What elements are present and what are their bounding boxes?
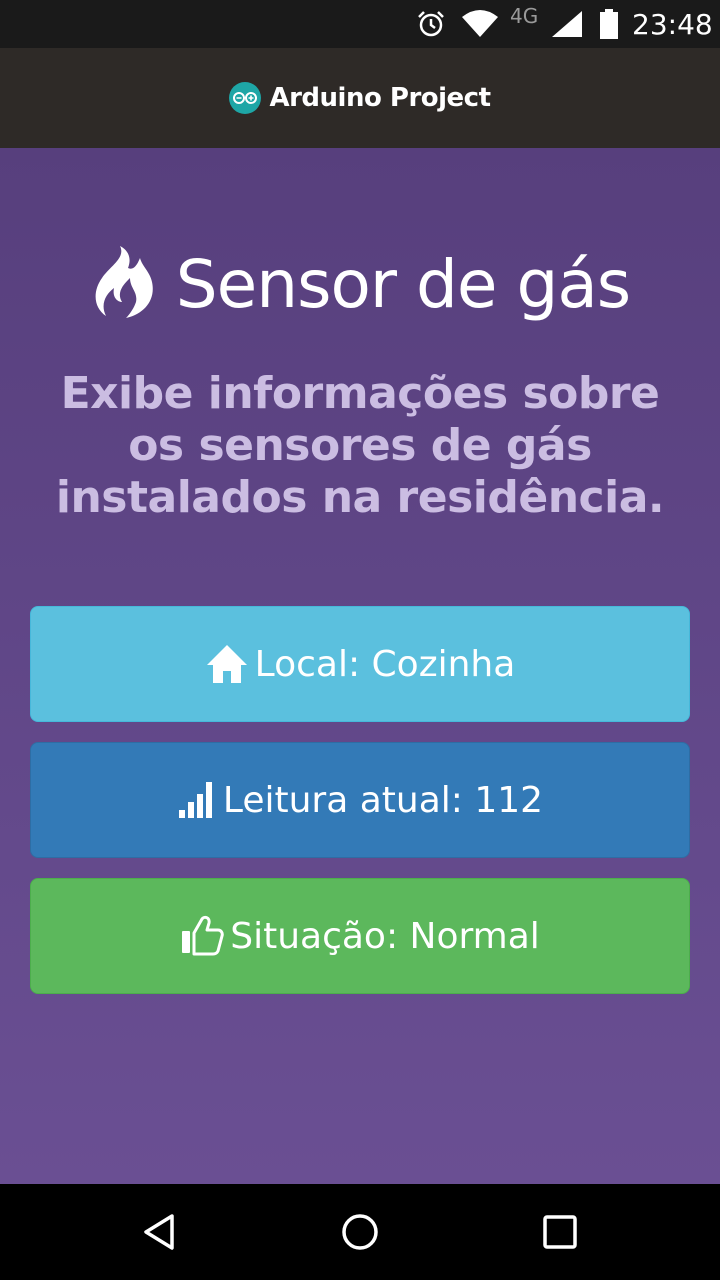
fire-icon [90, 244, 156, 325]
main-content: Sensor de gás Exibe informações sobre os… [0, 148, 720, 1184]
signal-bars-icon [178, 782, 212, 818]
alarm-icon [416, 0, 446, 48]
network-type: 4G [510, 4, 539, 28]
home-circle-icon[interactable] [300, 1184, 420, 1280]
situacao-label: Situação: Normal [230, 915, 540, 957]
battery-icon [598, 0, 620, 48]
wifi-icon [460, 0, 500, 48]
situacao-button[interactable]: Situação: Normal [30, 878, 690, 994]
system-nav-bar [0, 1184, 720, 1280]
page-title-text: Sensor de gás [175, 246, 631, 323]
page-title: Sensor de gás [0, 244, 720, 325]
page-subtitle: Exibe informações sobre os sensores de g… [55, 368, 665, 523]
thumbs-up-icon [182, 915, 224, 956]
recents-icon[interactable] [500, 1184, 620, 1280]
signal-icon [550, 0, 584, 48]
arduino-logo-icon [229, 82, 262, 114]
status-time: 23:48 [632, 7, 713, 41]
home-icon [206, 645, 247, 683]
back-icon[interactable] [100, 1184, 220, 1280]
status-bar: 4G 23:48 [0, 0, 720, 48]
local-label: Local: Cozinha [254, 643, 516, 685]
leitura-button[interactable]: Leitura atual: 112 [30, 742, 690, 858]
app-title: Arduino Project [269, 83, 491, 113]
leitura-label: Leitura atual: 112 [222, 779, 544, 821]
local-button[interactable]: Local: Cozinha [30, 606, 690, 722]
app-bar: Arduino Project [0, 48, 720, 148]
